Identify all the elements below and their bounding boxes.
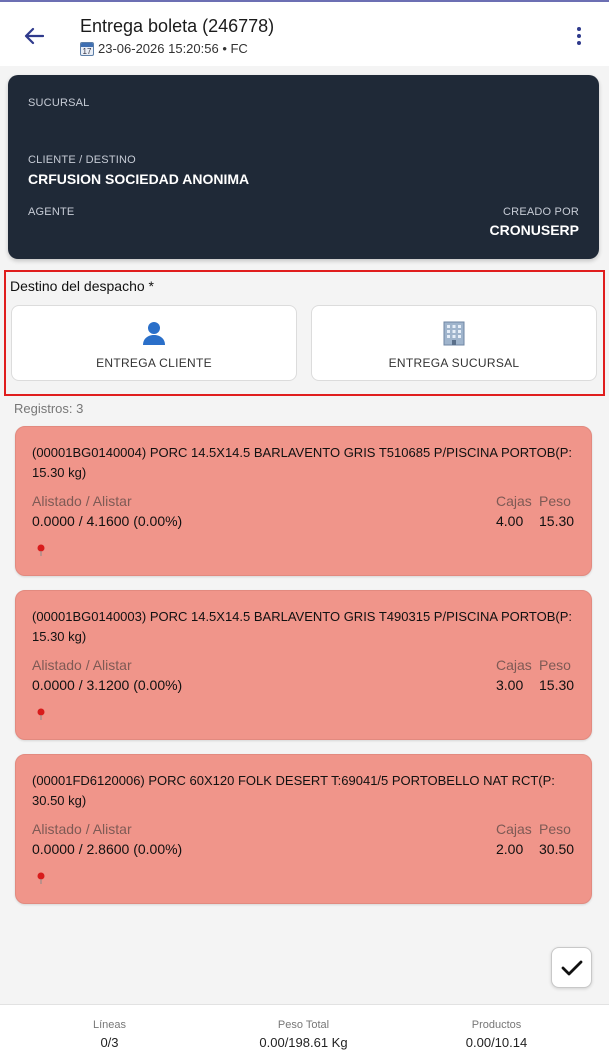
alistado-value: 0.0000 / 3.1200 (0.00%) — [32, 677, 183, 693]
page-subtitle: 17 23-06-2026 15:20:56 • FC — [80, 41, 248, 56]
app-bar: Entrega boleta (246778) 17 23-06-2026 15… — [0, 0, 609, 66]
cliente-value: CRFUSION SOCIEDAD ANONIMA — [28, 171, 250, 187]
list-item[interactable]: (00001BG0140003) PORC 14.5X14.5 BARLAVEN… — [15, 590, 592, 740]
alistado-label: Alistado / Alistar — [32, 657, 132, 673]
cliente-label: CLIENTE / DESTINO — [28, 154, 136, 166]
cajas-label: Cajas — [496, 657, 532, 673]
more-options-button[interactable] — [571, 24, 587, 48]
person-icon — [143, 322, 165, 345]
pin-icon — [37, 708, 45, 720]
cajas-label: Cajas — [496, 493, 532, 509]
page-title: Entrega boleta (246778) — [80, 16, 275, 36]
item-description: (00001FD6120006) PORC 60X120 FOLK DESERT… — [32, 773, 555, 808]
entrega-sucursal-label: ENTREGA SUCURSAL — [388, 356, 520, 370]
alistado-value: 0.0000 / 2.8600 (0.00%) — [32, 841, 183, 857]
sucursal-label: SUCURSAL — [28, 97, 90, 109]
entrega-cliente-button[interactable]: ENTREGA CLIENTE — [11, 305, 297, 381]
peso-value: 15.30 — [539, 513, 575, 529]
creado-por-label: CREADO POR — [503, 206, 579, 218]
cajas-label: Cajas — [496, 821, 532, 837]
cajas-value: 4.00 — [496, 513, 524, 529]
destino-label: Destino del despacho * — [10, 278, 154, 294]
summary-card: SUCURSAL CLIENTE / DESTINO CRFUSION SOCI… — [8, 75, 599, 259]
item-description: (00001BG0140003) PORC 14.5X14.5 BARLAVEN… — [32, 609, 573, 644]
confirm-button[interactable] — [551, 947, 592, 988]
agente-label: AGENTE — [28, 206, 75, 218]
pin-icon — [37, 544, 45, 556]
peso-total-label: Peso Total — [277, 1019, 330, 1031]
date-text: 23-06-2026 15:20:56 • FC — [98, 41, 248, 56]
productos-label: Productos — [471, 1019, 522, 1031]
arrow-left-icon — [24, 27, 44, 45]
peso-value: 30.50 — [539, 841, 575, 857]
entrega-cliente-label: ENTREGA CLIENTE — [96, 356, 212, 370]
peso-total-value: 0.00/198.61 Kg — [259, 1035, 348, 1050]
totals-footer: Líneas 0/3 Peso Total 0.00/198.61 Kg Pro… — [0, 1004, 609, 1063]
more-vert-icon — [577, 27, 581, 31]
pin-icon — [37, 872, 45, 884]
lineas-label: Líneas — [92, 1019, 127, 1031]
list-item[interactable]: (00001FD6120006) PORC 60X120 FOLK DESERT… — [15, 754, 592, 904]
creado-por-value: CRONUSERP — [489, 222, 579, 238]
calendar-icon: 17 — [80, 41, 94, 56]
productos-value: 0.00/10.14 — [465, 1035, 528, 1050]
peso-label: Peso — [539, 821, 571, 837]
peso-label: Peso — [539, 493, 571, 509]
registros-count: Registros: 3 — [14, 401, 84, 416]
cajas-value: 3.00 — [496, 677, 524, 693]
item-description: (00001BG0140004) PORC 14.5X14.5 BARLAVEN… — [32, 445, 573, 480]
cajas-value: 2.00 — [496, 841, 524, 857]
alistado-value: 0.0000 / 4.1600 (0.00%) — [32, 513, 183, 529]
check-icon — [561, 960, 582, 975]
alistado-label: Alistado / Alistar — [32, 493, 132, 509]
back-button[interactable] — [20, 22, 48, 50]
destino-section: Destino del despacho * ENTREGA CLIENTE E… — [4, 270, 605, 396]
building-icon — [443, 321, 465, 346]
entrega-sucursal-button[interactable]: ENTREGA SUCURSAL — [311, 305, 597, 381]
list-item[interactable]: (00001BG0140004) PORC 14.5X14.5 BARLAVEN… — [15, 426, 592, 576]
peso-label: Peso — [539, 657, 571, 673]
alistado-label: Alistado / Alistar — [32, 821, 132, 837]
peso-value: 15.30 — [539, 677, 575, 693]
lineas-value: 0/3 — [100, 1035, 119, 1050]
